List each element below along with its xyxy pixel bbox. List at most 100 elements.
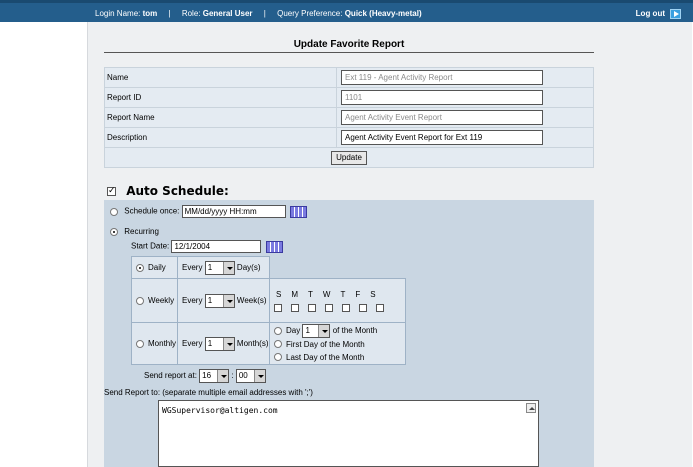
weekday-checkbox[interactable]	[342, 303, 350, 312]
report-name-field[interactable]: Agent Activity Event Report	[341, 110, 543, 125]
weekday-checkbox[interactable]	[308, 303, 316, 312]
daily-every-label: Every	[182, 262, 203, 272]
daily-label: Daily	[148, 263, 166, 272]
report-id-label: Report ID	[104, 87, 337, 108]
first-day-label: First Day of the Month	[286, 339, 365, 349]
weeks-label: Week(s)	[236, 295, 267, 305]
update-button[interactable]: Update	[331, 150, 367, 165]
last-day-option: Last Day of the Month	[274, 351, 405, 364]
recurrence-options: Daily Every 1 Day(s) Weekly Every 1 Week…	[131, 256, 406, 365]
role-label: Role:	[181, 9, 201, 18]
schedule-once-label: Schedule once:	[124, 206, 180, 216]
start-date-label: Start Date:	[131, 241, 170, 251]
weekday-label: F	[355, 289, 361, 299]
monthly-radio[interactable]	[136, 339, 144, 348]
separator: |	[168, 9, 171, 18]
of-the-month-label: of the Month	[332, 325, 378, 335]
last-day-radio[interactable]	[274, 353, 282, 362]
chevron-down-icon	[253, 370, 265, 382]
scroll-up-icon[interactable]	[526, 403, 536, 413]
day-of-month-option: Day 1 of the Month	[274, 323, 405, 338]
weekday-checkboxes	[274, 303, 405, 312]
recurring-label: Recurring	[124, 227, 159, 236]
first-day-radio[interactable]	[274, 340, 282, 349]
separator: |	[263, 9, 266, 18]
time-separator: :	[231, 371, 234, 381]
monthly-label: Monthly	[148, 339, 177, 348]
login-name-label: Login Name:	[95, 9, 141, 18]
monthly-every-label: Every	[182, 338, 203, 348]
daily-interval-select[interactable]: 1	[204, 260, 235, 275]
weekday-checkbox[interactable]	[291, 303, 299, 312]
weekday-label: T	[308, 289, 313, 299]
auto-schedule-label: Auto Schedule:	[126, 184, 229, 198]
query-preference-label: Query Preference:	[277, 9, 343, 18]
auto-schedule-header: Auto Schedule:	[107, 184, 229, 198]
weekday-checkbox[interactable]	[359, 303, 367, 312]
weekday-headers: S M T W T F S	[274, 290, 405, 299]
name-label: Name	[104, 67, 337, 88]
days-label: Day(s)	[236, 262, 261, 272]
first-day-option: First Day of the Month	[274, 338, 405, 351]
logout-link[interactable]: Log out	[636, 9, 665, 18]
chevron-down-icon	[318, 324, 330, 337]
recurring-radio[interactable]	[110, 227, 118, 236]
calendar-icon[interactable]	[265, 240, 283, 253]
user-info: Login Name: tom | Role: General User | Q…	[95, 9, 422, 18]
daily-radio[interactable]	[136, 263, 144, 272]
weekday-label: M	[291, 289, 299, 299]
schedule-once-radio[interactable]	[110, 207, 118, 216]
chevron-down-icon	[222, 337, 234, 350]
monthly-interval-select[interactable]: 1	[204, 336, 235, 351]
send-hour-select[interactable]: 16	[199, 369, 230, 383]
name-field[interactable]: Ext 119 - Agent Activity Report	[341, 70, 543, 85]
report-id-field[interactable]: 1101	[341, 90, 543, 105]
months-label: Month(s)	[236, 338, 269, 348]
calendar-icon[interactable]	[289, 205, 307, 218]
weekday-checkbox[interactable]	[376, 303, 384, 312]
form-row-actions: Update	[104, 147, 594, 168]
send-to-label: Send Report to: (separate multiple email…	[104, 388, 313, 397]
start-date-input[interactable]: 12/1/2004	[171, 240, 262, 253]
chevron-down-icon	[217, 370, 229, 382]
form-row-report-id: Report ID 1101	[104, 87, 594, 108]
day-label: Day	[286, 325, 301, 335]
weekly-every-label: Every	[182, 295, 203, 305]
last-day-label: Last Day of the Month	[286, 352, 365, 362]
weekday-checkbox[interactable]	[325, 303, 333, 312]
weekday-label: T	[340, 289, 346, 299]
query-preference-value: Quick (Heavy-metal)	[344, 9, 422, 18]
day-of-month-radio[interactable]	[274, 326, 282, 335]
form-row-description: Description Agent Activity Event Report …	[104, 127, 594, 148]
report-name-label: Report Name	[104, 107, 337, 128]
description-field[interactable]: Agent Activity Event Report for Ext 119	[341, 130, 543, 145]
form-row-report-name: Report Name Agent Activity Event Report	[104, 107, 594, 128]
title-divider	[104, 52, 594, 53]
email-recipients-textarea[interactable]: WGSupervisor@altigen.com	[158, 400, 539, 467]
auto-schedule-checkbox[interactable]	[107, 185, 116, 197]
weekday-label: S	[370, 289, 376, 299]
weekday-label: S	[276, 289, 282, 299]
schedule-once-input[interactable]: MM/dd/yyyy HH:mm	[181, 205, 286, 218]
login-name-value: tom	[142, 9, 158, 18]
logout-arrow-icon[interactable]	[670, 9, 681, 19]
chevron-down-icon	[222, 294, 234, 307]
schedule-once-row: Schedule once: MM/dd/yyyy HH:mm	[110, 205, 307, 218]
role-value: General User	[202, 9, 253, 18]
email-address: WGSupervisor@altigen.com	[162, 406, 278, 415]
weekly-radio[interactable]	[136, 296, 144, 305]
page-title: Update Favorite Report	[293, 39, 405, 50]
report-form: Name Ext 119 - Agent Activity Report Rep…	[104, 67, 594, 168]
send-time-row: Send report at: 16 : 00	[144, 369, 266, 383]
send-minute-select[interactable]: 00	[235, 369, 266, 383]
weekly-label: Weekly	[148, 296, 175, 305]
start-date-row: Start Date: 12/1/2004	[131, 240, 283, 253]
form-row-name: Name Ext 119 - Agent Activity Report	[104, 67, 594, 88]
send-report-at-label: Send report at:	[144, 371, 197, 381]
weekly-interval-select[interactable]: 1	[204, 293, 235, 308]
weekday-label: W	[322, 289, 331, 299]
weekday-checkbox[interactable]	[274, 303, 282, 312]
day-of-month-select[interactable]: 1	[302, 323, 331, 338]
chevron-down-icon	[222, 261, 234, 274]
recurring-row: Recurring	[110, 227, 159, 236]
